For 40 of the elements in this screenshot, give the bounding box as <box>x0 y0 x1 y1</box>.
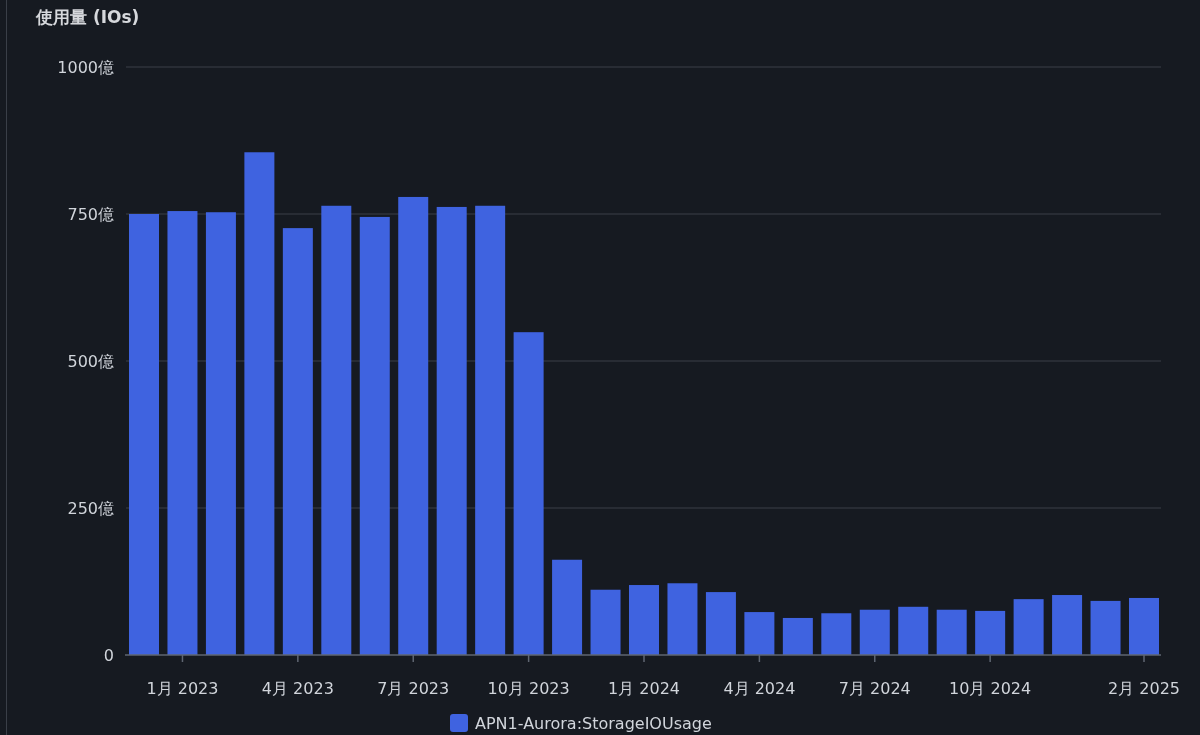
bar <box>1052 595 1083 655</box>
x-tick-label: 4月 2024 <box>723 679 796 698</box>
x-tick-mark <box>412 654 414 663</box>
x-tick-mark <box>181 654 184 663</box>
bar <box>1129 597 1159 655</box>
x-tick-label: 10月 2023 <box>487 679 570 698</box>
bar <box>705 592 736 655</box>
x-tick-label: 1月 2023 <box>146 679 219 698</box>
x-tick-label: 7月 2024 <box>838 679 911 698</box>
bar <box>782 617 813 655</box>
x-tick-mark <box>874 654 876 663</box>
bar <box>590 589 621 655</box>
x-tick-mark <box>758 654 761 663</box>
x-tick-label: 4月 2023 <box>261 679 334 698</box>
bar <box>821 613 852 655</box>
y-tick-label: 250億 <box>67 499 114 518</box>
x-tick-label: 2月 2025 <box>1108 679 1180 698</box>
axis-title: 使用量 (IOs) <box>36 6 140 29</box>
bar <box>1013 599 1044 655</box>
x-tick-label: 1月 2024 <box>608 679 680 698</box>
y-tick-label: 500億 <box>67 352 114 371</box>
x-tick-mark <box>527 654 530 663</box>
bar <box>859 609 890 655</box>
y-tick-label: 0 <box>103 646 114 665</box>
x-tick-mark <box>643 654 645 663</box>
legend-label: APN1-Aurora:StorageIOUsage <box>475 714 712 733</box>
bar <box>1090 600 1121 655</box>
bar <box>667 583 698 655</box>
y-tick-label: 1000億 <box>57 58 114 77</box>
x-tick-label: 10月 2024 <box>949 679 1032 698</box>
bar <box>629 585 659 655</box>
x-tick-label: 7月 2023 <box>377 679 450 698</box>
bar <box>975 610 1006 655</box>
x-tick-mark <box>297 654 299 663</box>
y-tick-label: 750億 <box>67 205 114 224</box>
bar <box>898 606 929 655</box>
bar <box>744 612 775 655</box>
bar <box>936 609 967 655</box>
x-tick-mark <box>989 654 991 663</box>
x-tick-mark <box>1143 654 1145 663</box>
